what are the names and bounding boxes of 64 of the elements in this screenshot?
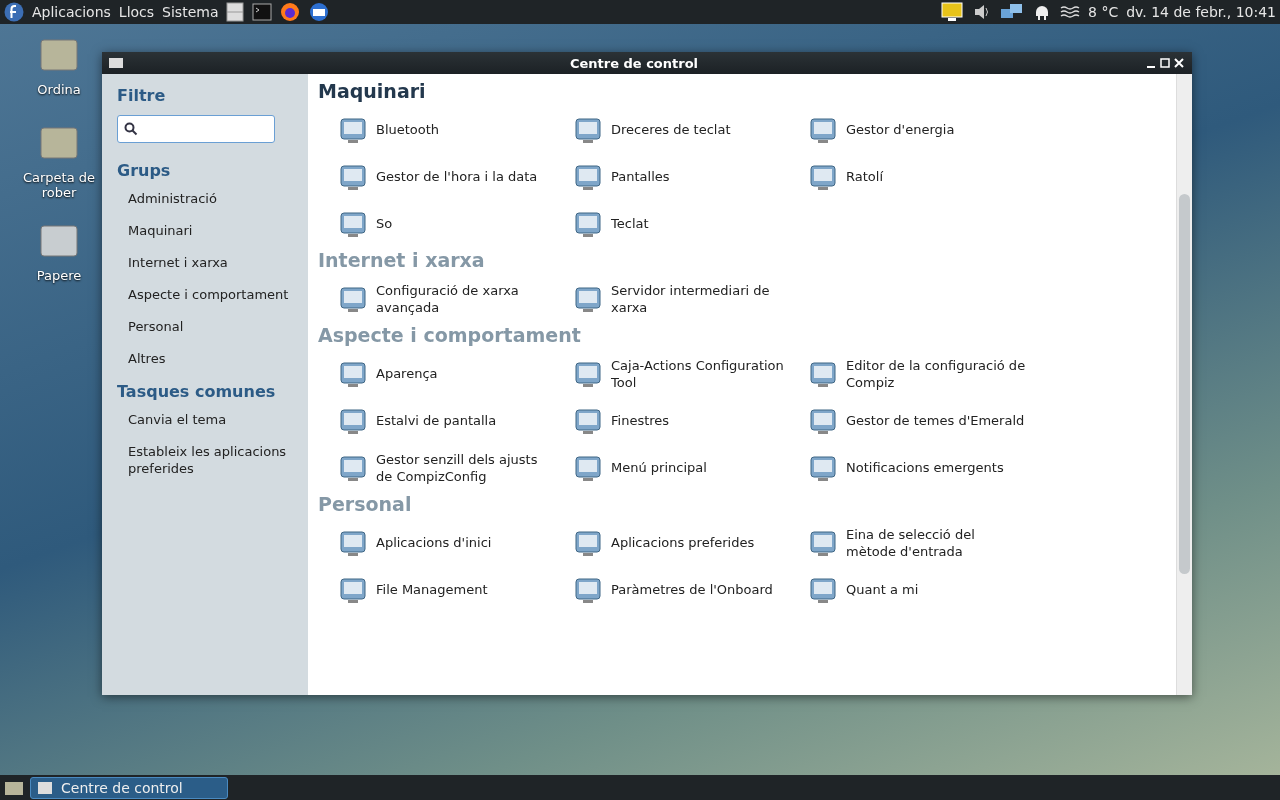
group-link[interactable]: Personal (117, 318, 298, 335)
browser-icon[interactable] (280, 2, 301, 22)
applet-link[interactable]: Quant a mi (846, 581, 1026, 598)
applet-link[interactable]: Gestor de l'hora i la data (376, 168, 556, 185)
terminal-icon[interactable] (252, 3, 273, 21)
applet-link[interactable]: File Management (376, 581, 556, 598)
desktop-icon-label: Carpeta de rober (22, 170, 96, 200)
group-link[interactable]: Altres (117, 350, 298, 367)
window-menu-icon[interactable] (108, 57, 124, 69)
panel-menu[interactable]: Aplicacions (32, 4, 111, 20)
desktop-icon-label: Papere (36, 268, 82, 283)
applet-link[interactable]: Paràmetres de l'Onboard (611, 581, 791, 598)
panel-menu[interactable]: Sistema (162, 4, 219, 20)
applet-link[interactable]: Pantalles (611, 168, 791, 185)
task-link[interactable]: Canvia el tema (117, 411, 298, 428)
section-title: Internet i xarxa (318, 249, 486, 271)
applet-link[interactable]: Estalvi de pantalla (376, 412, 556, 429)
cabinet-icon[interactable] (226, 2, 245, 22)
search-icon (124, 122, 138, 136)
mail-icon[interactable] (308, 2, 331, 22)
applet-link[interactable]: Ratolí (846, 168, 1026, 185)
applet-link[interactable]: Aparença (376, 365, 556, 382)
applet-link[interactable]: Teclat (611, 215, 791, 232)
group-link[interactable]: Administració (117, 190, 298, 207)
applet-link[interactable]: Editor de la configuració de Compiz (846, 356, 1026, 391)
applet-link[interactable]: Bluetooth (376, 121, 556, 138)
weather-icon (1060, 5, 1081, 19)
applet-link[interactable]: Aplicacions preferides (611, 534, 791, 551)
applet-link[interactable]: Caja-Actions Configuration Tool (611, 356, 791, 391)
applet-link[interactable]: Notificacions emergents (846, 459, 1026, 476)
desktop-icon-label: Ordina (37, 82, 81, 97)
group-link[interactable]: Maquinari (117, 222, 298, 239)
applet-link[interactable]: Servidor intermediari de xarxa (611, 281, 791, 316)
search-field[interactable] (117, 115, 275, 143)
logo-icon[interactable] (4, 2, 24, 22)
temperature: 8 °C (1088, 4, 1119, 20)
section-title: Aspecte i comportament (318, 324, 582, 346)
scrollbar[interactable] (1176, 74, 1192, 695)
applet-link[interactable]: Finestres (611, 412, 791, 429)
section-title: Personal (318, 493, 413, 515)
applet-link[interactable]: Menú principal (611, 459, 791, 476)
maximize-icon[interactable] (1158, 56, 1172, 70)
close-icon[interactable] (1172, 56, 1186, 70)
applet-link[interactable]: Dreceres de teclat (611, 121, 791, 138)
applet-link[interactable]: Gestor de temes d'Emerald (846, 412, 1026, 429)
applet-link[interactable]: Gestor senzill dels ajusts de CompizConfig (376, 450, 556, 485)
applet-link[interactable]: Configuració de xarxa avançada (376, 281, 556, 316)
sidebar-heading: Grups (117, 161, 172, 180)
group-link[interactable]: Internet i xarxa (117, 254, 298, 271)
window-title: Centre de control (568, 55, 700, 71)
taskbar-button[interactable]: Centre de control (30, 776, 228, 799)
monitor-icon[interactable] (940, 2, 965, 22)
task-link[interactable]: Estableix les aplicacions preferides (117, 443, 298, 477)
applet-link[interactable]: So (376, 215, 556, 232)
applet-link[interactable]: Aplicacions d'inici (376, 534, 556, 551)
sidebar-heading: Tasques comunes (117, 382, 277, 401)
app-icon (37, 780, 53, 795)
applet-link[interactable]: Eina de selecció del mètode d'entrada (846, 525, 1026, 560)
applet-link[interactable]: Gestor d'energia (846, 121, 1026, 138)
group-link[interactable]: Aspecte i comportament (117, 286, 298, 303)
panel-menu[interactable]: Llocs (118, 4, 155, 20)
clock[interactable]: dv. 14 de febr., 10:41 (1126, 4, 1276, 20)
section-title: Maquinari (318, 80, 427, 102)
sidebar-heading: Filtre (117, 86, 167, 105)
